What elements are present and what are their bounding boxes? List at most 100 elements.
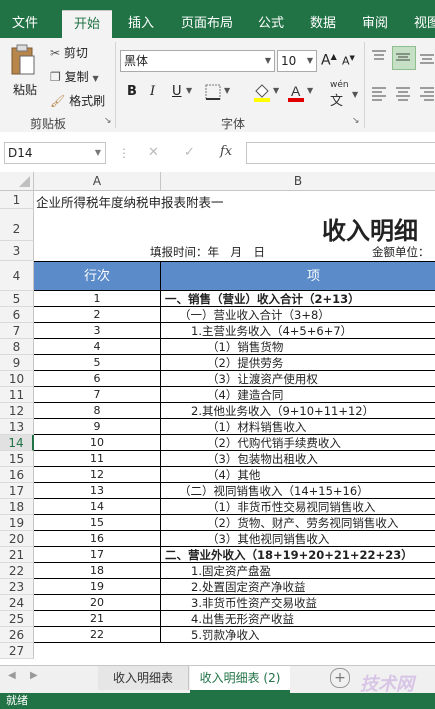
row-number-cell[interactable]: 8 — [34, 403, 161, 419]
row-number-cell[interactable]: 6 — [34, 371, 161, 387]
header-cell-row-number[interactable]: 行次 — [34, 261, 161, 291]
item-cell[interactable]: （2）货物、财产、劳务视同销售收入 — [161, 515, 435, 531]
item-cell[interactable]: （二）视同销售收入（14+15+16） — [161, 483, 435, 499]
dialog-launcher-icon[interactable]: ↘ — [104, 116, 112, 126]
row-number-cell[interactable]: 5 — [34, 355, 161, 371]
row-header[interactable]: 21 — [0, 547, 34, 563]
item-cell[interactable]: （1）非货币性交易视同销售收入 — [161, 499, 435, 515]
row-header[interactable]: 14 — [0, 435, 34, 451]
item-cell[interactable]: 5.罚款净收入 — [161, 627, 435, 643]
chevron-down-icon[interactable]: ▼ — [307, 86, 313, 95]
tab-formulas[interactable]: 公式 — [248, 10, 294, 38]
row-header[interactable]: 24 — [0, 595, 34, 611]
row-header[interactable]: 27 — [0, 643, 34, 659]
row-number-cell[interactable]: 7 — [34, 387, 161, 403]
row-number-cell[interactable]: 13 — [34, 483, 161, 499]
align-center-button[interactable] — [394, 84, 412, 105]
grow-font-button[interactable]: A▲ — [321, 52, 337, 69]
align-middle-button[interactable] — [392, 46, 416, 70]
tab-view[interactable]: 视图 — [404, 10, 435, 38]
row-number-cell[interactable]: 3 — [34, 323, 161, 339]
row-number-cell[interactable]: 18 — [34, 563, 161, 579]
scroll-left-icon[interactable]: ◀ — [8, 670, 16, 681]
item-cell[interactable]: 1.固定资产盘盈 — [161, 563, 435, 579]
chevron-down-icon[interactable]: ▼ — [224, 86, 230, 95]
row-header[interactable]: 15 — [0, 451, 34, 467]
item-cell[interactable]: 1.主营业务收入（4+5+6+7） — [161, 323, 435, 339]
sheet-tab-income-detail-2[interactable]: 收入明细表 (2) — [190, 666, 290, 693]
add-sheet-icon[interactable]: + — [330, 668, 350, 688]
phonetic-button[interactable]: wén 文 — [330, 80, 349, 109]
row-number-cell[interactable]: 4 — [34, 339, 161, 355]
row-header[interactable]: 8 — [0, 339, 34, 355]
select-all-button[interactable] — [0, 172, 34, 190]
item-cell[interactable]: （一）营业收入合计（3+8） — [161, 307, 435, 323]
tab-insert[interactable]: 插入 — [118, 10, 164, 38]
item-cell[interactable]: （4）建造合同 — [161, 387, 435, 403]
row-header[interactable]: 20 — [0, 531, 34, 547]
italic-button[interactable]: I — [150, 84, 155, 99]
chevron-down-icon[interactable]: ▼ — [352, 90, 358, 99]
item-cell[interactable]: 一、销售（营业）收入合计（2+13） — [161, 291, 435, 307]
row-header[interactable]: 22 — [0, 563, 34, 579]
row-number-cell[interactable]: 12 — [34, 467, 161, 483]
item-cell[interactable]: 3.非货币性资产交易收益 — [161, 595, 435, 611]
row-number-cell[interactable]: 15 — [34, 515, 161, 531]
row-number-cell[interactable]: 19 — [34, 579, 161, 595]
dialog-launcher-icon[interactable]: ↘ — [352, 116, 360, 126]
chevron-down-icon[interactable]: ▼ — [186, 86, 192, 95]
row-header[interactable]: 7 — [0, 323, 34, 339]
item-cell[interactable]: （4）其他 — [161, 467, 435, 483]
item-cell[interactable]: （3）包装物出租收入 — [161, 451, 435, 467]
row-header[interactable]: 3 — [0, 241, 34, 261]
tab-review[interactable]: 审阅 — [352, 10, 398, 38]
item-cell[interactable]: （1）销售货物 — [161, 339, 435, 355]
row-header[interactable]: 4 — [0, 261, 34, 291]
row-header[interactable]: 13 — [0, 419, 34, 435]
format-painter-button[interactable]: 🖌 格式刷 — [50, 92, 105, 109]
tab-home[interactable]: 开始 — [62, 10, 112, 39]
row-header[interactable]: 6 — [0, 307, 34, 323]
header-cell-item[interactable]: 项 — [161, 261, 435, 291]
item-cell[interactable]: （3）其他视同销售收入 — [161, 531, 435, 547]
enter-icon[interactable]: ✓ — [184, 145, 195, 160]
row-number-cell[interactable]: 17 — [34, 547, 161, 563]
paste-button[interactable]: 粘贴 — [8, 44, 42, 104]
cut-button[interactable]: ✂ 剪切 — [50, 44, 88, 61]
column-header-a[interactable]: A — [34, 172, 161, 190]
row-number-cell[interactable]: 9 — [34, 419, 161, 435]
item-cell[interactable]: 2.其他业务收入（9+10+11+12） — [161, 403, 435, 419]
row-number-cell[interactable]: 1 — [34, 291, 161, 307]
item-cell[interactable]: （2）代购代销手续费收入 — [161, 435, 435, 451]
row-number-cell[interactable]: 21 — [34, 611, 161, 627]
item-cell[interactable]: （2）提供劳务 — [161, 355, 435, 371]
row-number-cell[interactable]: 16 — [34, 531, 161, 547]
sheet-tab-income-detail[interactable]: 收入明细表 — [98, 666, 189, 690]
row-header[interactable]: 26 — [0, 627, 34, 643]
row-header[interactable]: 19 — [0, 515, 34, 531]
font-name-select[interactable]: 黑体 ▼ — [120, 50, 275, 72]
tab-file[interactable]: 文件 — [0, 10, 50, 38]
row-header[interactable]: 18 — [0, 499, 34, 515]
formula-input[interactable] — [246, 142, 435, 164]
tab-page-layout[interactable]: 页面布局 — [172, 10, 242, 38]
row-header[interactable]: 10 — [0, 371, 34, 387]
row-header[interactable]: 11 — [0, 387, 34, 403]
chevron-down-icon[interactable]: ▼ — [273, 86, 279, 95]
tab-data[interactable]: 数据 — [300, 10, 346, 38]
row-header[interactable]: 5 — [0, 291, 34, 307]
align-right-button[interactable] — [418, 84, 435, 105]
row-number-cell[interactable]: 20 — [34, 595, 161, 611]
shrink-font-button[interactable]: A▼ — [342, 54, 355, 68]
row-number-cell[interactable]: 10 — [34, 435, 161, 451]
bold-button[interactable]: B — [127, 84, 137, 99]
row-header[interactable]: 1 — [0, 191, 34, 209]
row-header[interactable]: 2 — [0, 209, 34, 241]
cancel-icon[interactable]: ✕ — [148, 145, 159, 160]
insert-function-icon[interactable]: fx — [220, 144, 232, 159]
borders-button[interactable] — [205, 84, 221, 103]
row-header[interactable]: 23 — [0, 579, 34, 595]
row-number-cell[interactable]: 11 — [34, 451, 161, 467]
fill-color-button[interactable] — [252, 82, 272, 105]
row-number-cell[interactable]: 22 — [34, 627, 161, 643]
